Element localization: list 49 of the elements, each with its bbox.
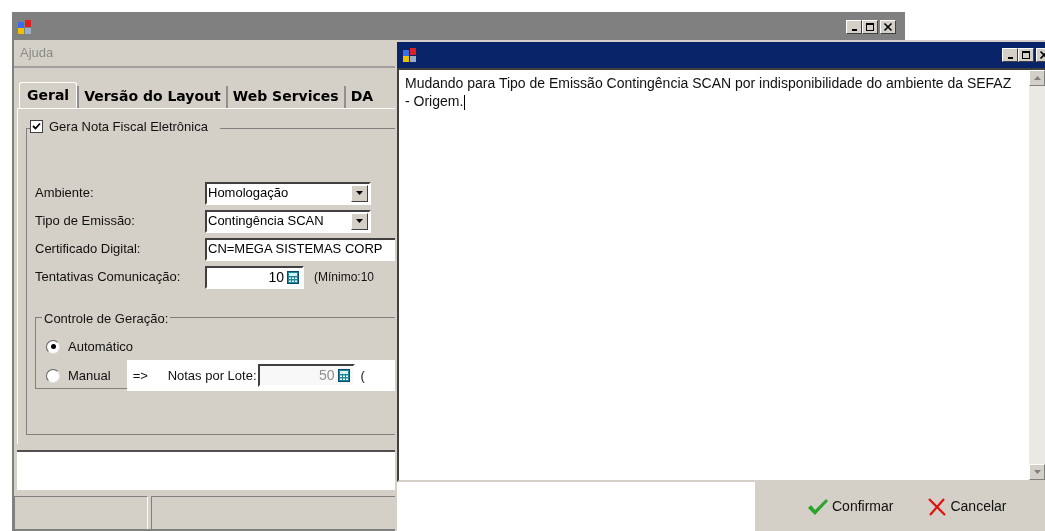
field-label: Tentativas Comunicação: bbox=[35, 268, 182, 287]
close-button[interactable] bbox=[880, 20, 896, 34]
min-glyph-icon bbox=[1007, 56, 1013, 59]
checkbox-label: Gera Nota Fiscal Eletrônica bbox=[49, 118, 208, 136]
tab[interactable]: DA bbox=[343, 86, 379, 108]
max-glyph-icon bbox=[1021, 50, 1031, 60]
app-logo-icon bbox=[17, 19, 33, 35]
dropdown[interactable]: Homologação bbox=[205, 181, 371, 205]
radio-button[interactable] bbox=[46, 368, 60, 383]
caret-icon bbox=[356, 191, 363, 195]
scrollbar[interactable] bbox=[1029, 70, 1045, 480]
number-field[interactable]: 10 bbox=[205, 265, 304, 289]
up-arrow-icon bbox=[1033, 76, 1041, 80]
checkbox[interactable] bbox=[30, 120, 43, 134]
hint-text: (Mínimo:10 bbox=[314, 269, 375, 286]
hint-text: ( bbox=[360, 366, 365, 385]
caret-icon bbox=[356, 219, 363, 223]
text-field[interactable]: CN=MEGA SISTEMAS CORP bbox=[205, 237, 397, 261]
checkmark-icon bbox=[807, 497, 829, 516]
tab[interactable]: Geral bbox=[19, 82, 78, 108]
field-label: Tipo de Emissão: bbox=[35, 212, 136, 231]
down-arrow-icon bbox=[1033, 470, 1041, 474]
memo-text: Mudando para Tipo de Emissão Contingência SCAN por indisponibilidade do ambiente da SEFAZ - Origem. bbox=[404, 74, 1013, 112]
memo-field[interactable]: Mudando para Tipo de Emissão Contingência SCAN por indisponibilidade do ambiente da SEFAZ - Origem. bbox=[397, 68, 1045, 482]
text-cursor bbox=[464, 94, 466, 110]
dialog-button[interactable]: Confirmar bbox=[807, 496, 894, 517]
tab[interactable]: Versão do Layout bbox=[77, 86, 226, 108]
maximize-button[interactable] bbox=[1018, 48, 1034, 62]
tab[interactable]: Web Services bbox=[225, 86, 344, 108]
minimize-button[interactable] bbox=[846, 20, 862, 34]
radio-label: Automático bbox=[68, 337, 134, 356]
field-label: Notas por Lote: bbox=[167, 366, 257, 385]
cross-icon bbox=[927, 496, 948, 517]
max-glyph-icon bbox=[865, 22, 875, 32]
calculator-icon[interactable] bbox=[287, 270, 299, 284]
scroll-up-button[interactable] bbox=[1029, 70, 1045, 86]
min-glyph-icon bbox=[851, 28, 857, 31]
maximize-button[interactable] bbox=[862, 20, 878, 34]
scroll-down-button[interactable] bbox=[1029, 464, 1045, 480]
minimize-button[interactable] bbox=[1002, 48, 1018, 62]
app-logo-icon bbox=[402, 47, 418, 63]
arrow-text: => bbox=[132, 366, 149, 385]
radio-button[interactable] bbox=[46, 339, 60, 354]
dialog-button[interactable]: Cancelar bbox=[927, 496, 1007, 517]
close-glyph-icon bbox=[883, 22, 893, 32]
radio-label: Manual bbox=[68, 366, 111, 385]
field-label: Ambiente: bbox=[35, 184, 95, 203]
dropdown[interactable]: Contingência SCAN bbox=[205, 209, 371, 233]
field-label: Certificado Digital: bbox=[35, 240, 142, 259]
